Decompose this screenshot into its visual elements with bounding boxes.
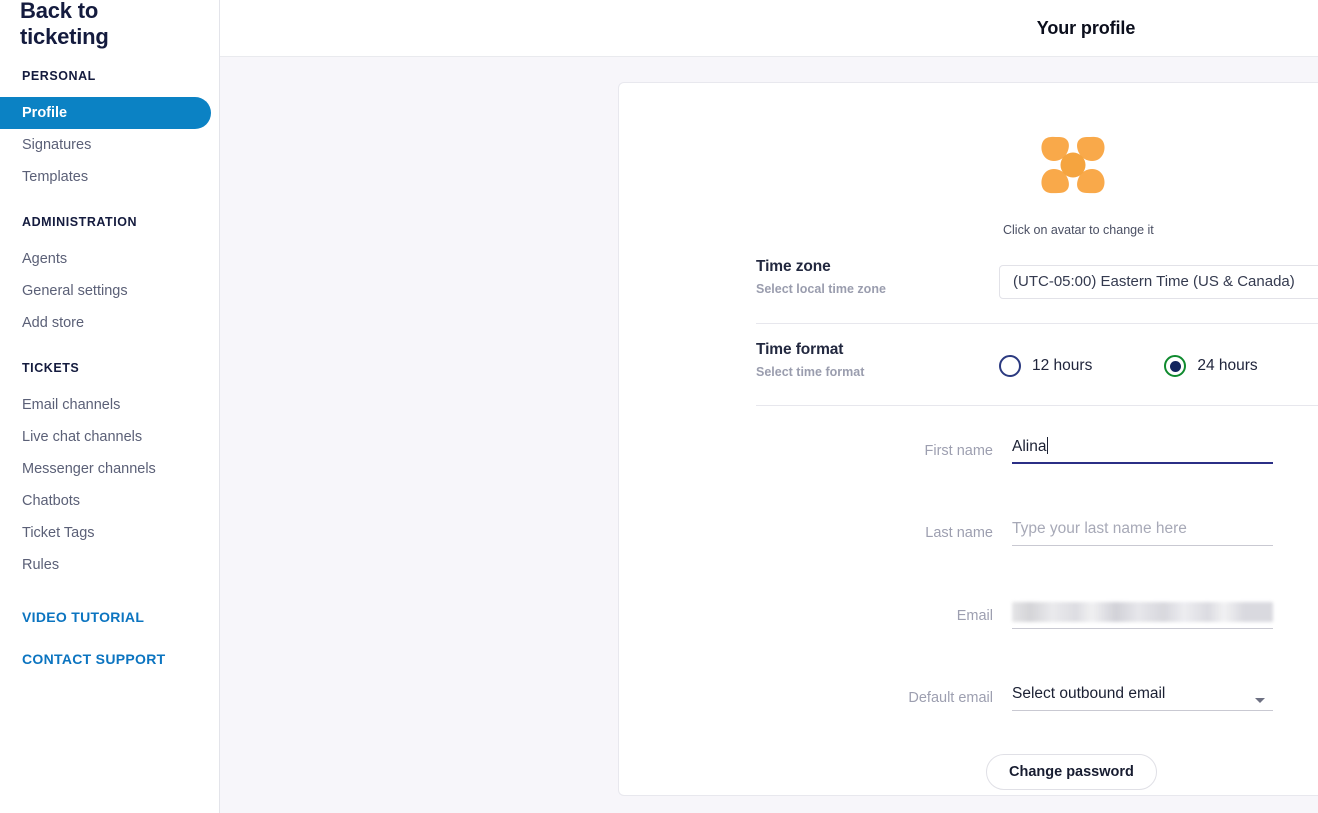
sidebar-link-video-tutorial[interactable]: VIDEO TUTORIAL	[0, 609, 144, 625]
sidebar-section-administration: ADMINISTRATION	[22, 215, 138, 229]
sidebar-section-tickets: TICKETS	[22, 361, 80, 375]
content-area: Click on avatar to change it Time zone S…	[220, 57, 1318, 813]
topbar: Your profile	[220, 0, 1318, 57]
sidebar-item-rules[interactable]: Rules	[0, 549, 59, 581]
radio-icon-12-hours[interactable]	[999, 355, 1021, 377]
app-root: Back to ticketing PERSONAL Profile Signa…	[0, 0, 1318, 813]
email-redacted-value	[1012, 602, 1273, 622]
radio-dot-selected	[1169, 360, 1181, 372]
sidebar-link-contact-support[interactable]: CONTACT SUPPORT	[0, 651, 165, 667]
timezone-label-block: Time zone Select local time zone	[756, 259, 1001, 295]
sidebar-item-templates[interactable]: Templates	[0, 161, 88, 193]
time-format-radio-group: 12 hours 24 hours	[999, 355, 1258, 377]
avatar-flower-icon	[1023, 115, 1123, 215]
last-name-label: Last name	[925, 525, 993, 541]
sidebar-section-personal: PERSONAL	[22, 69, 96, 83]
chevron-down-icon[interactable]	[1255, 698, 1265, 703]
email-control[interactable]	[1012, 599, 1273, 629]
email-underline	[1012, 628, 1273, 629]
first-name-input[interactable]: Alina	[1012, 438, 1046, 455]
default-email-underline	[1012, 710, 1273, 711]
radio-label-24-hours: 24 hours	[1197, 357, 1258, 374]
avatar-block: Click on avatar to change it	[1003, 115, 1154, 237]
timezone-title: Time zone	[756, 258, 831, 275]
divider-after-time-format	[756, 405, 1318, 406]
sidebar-item-live-chat-channels[interactable]: Live chat channels	[0, 421, 142, 453]
page-title: Your profile	[1036, 17, 1136, 38]
default-email-control[interactable]: Select outbound email	[1012, 681, 1273, 711]
sidebar-item-general-settings[interactable]: General settings	[0, 275, 128, 307]
last-name-control[interactable]: Type your last name here	[1012, 516, 1273, 546]
timezone-subtitle: Select local time zone	[756, 281, 886, 296]
last-name-input[interactable]: Type your last name here	[1012, 516, 1273, 542]
change-password-button[interactable]: Change password	[986, 754, 1157, 790]
default-email-label: Default email	[908, 690, 993, 706]
sidebar-item-add-store[interactable]: Add store	[0, 307, 84, 339]
sidebar: Back to ticketing PERSONAL Profile Signa…	[0, 0, 220, 813]
sidebar-item-messenger-channels[interactable]: Messenger channels	[0, 453, 156, 485]
radio-option-12-hours[interactable]: 12 hours	[999, 355, 1092, 377]
sidebar-item-ticket-tags[interactable]: Ticket Tags	[0, 517, 95, 549]
sidebar-item-email-channels[interactable]: Email channels	[0, 389, 120, 421]
email-label: Email	[956, 608, 993, 624]
field-row-default-email: Default email Select outbound email	[899, 681, 1273, 711]
first-name-label: First name	[924, 443, 994, 459]
field-row-email: Email	[899, 599, 1273, 629]
time-format-title: Time format	[756, 341, 844, 358]
time-format-subtitle: Select time format	[756, 364, 865, 379]
sidebar-item-profile[interactable]: Profile	[0, 97, 211, 129]
main-region: Your profile Click on avatar to change i…	[220, 0, 1318, 813]
sidebar-item-signatures[interactable]: Signatures	[0, 129, 91, 161]
back-to-ticketing-link[interactable]: Back to ticketing	[0, 0, 180, 49]
last-name-underline	[1012, 545, 1273, 546]
avatar[interactable]	[1023, 115, 1123, 215]
divider-after-timezone	[756, 323, 1318, 324]
text-cursor	[1047, 437, 1049, 454]
field-row-first-name: First name Alina	[899, 434, 1273, 464]
first-name-control[interactable]: Alina	[1012, 434, 1273, 464]
profile-card: Click on avatar to change it Time zone S…	[618, 82, 1318, 796]
sidebar-item-chatbots[interactable]: Chatbots	[0, 485, 80, 517]
first-name-value-wrap: Alina	[1012, 434, 1273, 460]
avatar-hint-text: Click on avatar to change it	[1003, 223, 1154, 237]
sidebar-item-agents[interactable]: Agents	[0, 243, 67, 275]
radio-label-12-hours: 12 hours	[1032, 357, 1093, 374]
first-name-underline	[1012, 462, 1273, 464]
radio-option-24-hours[interactable]: 24 hours	[1164, 355, 1258, 377]
radio-icon-24-hours[interactable]	[1164, 355, 1187, 377]
time-format-label-block: Time format Select time format	[756, 342, 1001, 378]
default-email-select-value[interactable]: Select outbound email	[1012, 681, 1273, 707]
timezone-select[interactable]: (UTC-05:00) Eastern Time (US & Canada)	[999, 265, 1318, 299]
field-row-last-name: Last name Type your last name here	[899, 516, 1273, 546]
